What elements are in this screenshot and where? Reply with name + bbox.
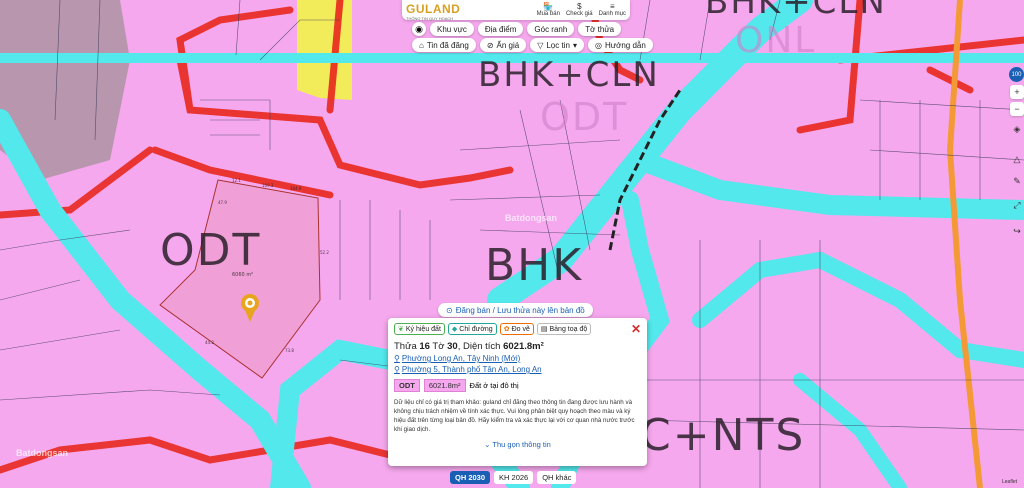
check-price-button[interactable]: $ Check giá: [566, 2, 593, 18]
top-bar: GULAND THÔNG TIN QUY HOẠCH 🏪 Mua bán $ Che…: [402, 0, 630, 21]
parcel-info-popup: ❦ Ký hiệu đất ◆ Chỉ đường ✿ Đo vẽ ▤ Bảng toạ…: [388, 318, 647, 466]
measure-tab[interactable]: ✿ Đo vẽ: [499, 323, 534, 335]
zone-label-c-nts: C+NTS: [640, 410, 806, 461]
layers-button[interactable]: ◈: [1010, 122, 1024, 136]
filter-sheet-parcel-button[interactable]: Tờ thửa: [578, 22, 622, 36]
store-icon: 🏪: [543, 2, 554, 11]
fullscreen-button[interactable]: ⤢: [1010, 198, 1024, 212]
minus-icon: −: [1014, 104, 1020, 114]
plan-tabs: QH 2030 KH 2026 QH khác: [450, 471, 577, 484]
pencil-icon: ✎: [1013, 175, 1021, 186]
ruler-icon: △: [1013, 153, 1021, 164]
home-icon: ⌂: [419, 40, 424, 50]
guide-button[interactable]: ◎ Hướng dẫn: [587, 38, 653, 52]
filter-location-button[interactable]: Địa điểm: [477, 22, 524, 36]
zoom-in-button[interactable]: +: [1010, 85, 1024, 99]
zone-label-top: BHK+CLN: [705, 0, 887, 22]
hide-price-button[interactable]: ⊘ Ẩn giá: [479, 38, 527, 52]
parcel-title: Thửa 16 Tờ 30, Diện tích 6021.8m²: [394, 341, 544, 352]
leaf-icon: ❦: [398, 326, 404, 333]
edge-label: 52.2: [320, 250, 329, 255]
menu-icon: ≡: [609, 2, 615, 11]
buy-sell-button[interactable]: 🏪 Mua bán: [537, 2, 560, 18]
draw-button[interactable]: ✎: [1010, 174, 1024, 188]
directions-icon: ◆: [451, 326, 458, 333]
address-new-link[interactable]: ⚲ Phường Long An, Tây Ninh (Mới): [394, 354, 641, 363]
location-icon: ⚲: [394, 354, 400, 363]
expand-icon: ⤢: [1013, 199, 1021, 210]
map-attribution[interactable]: Leaflet: [1002, 479, 1017, 485]
filter-listings-button[interactable]: ▽ Lọc tin ▾: [530, 38, 584, 52]
tab-qh-other[interactable]: QH khác: [537, 471, 577, 484]
yellow-zone: [297, 0, 352, 100]
chevron-down-icon: ▾: [572, 40, 577, 50]
target-icon: ◉: [415, 23, 423, 34]
address-old-link[interactable]: ⚲ Phường 5, Thành phố Tân An, Long An: [394, 365, 641, 374]
dollar-icon: $: [577, 2, 582, 11]
ruler-button[interactable]: △: [1010, 152, 1024, 166]
edge-label: 104.9: [290, 186, 302, 191]
eye-off-icon: ⊘: [486, 40, 494, 50]
land-area-badge: 6021.8m²: [423, 379, 466, 392]
guide-icon: ◎: [594, 40, 602, 50]
zoom-out-button[interactable]: −: [1010, 102, 1024, 116]
measure-icon: ✿: [503, 326, 510, 333]
coordinates-tab[interactable]: ▤ Bảng toạ độ: [536, 323, 592, 335]
land-use-row: ODT 6021.8m² Đất ở tại đô thị: [394, 379, 641, 392]
share-button[interactable]: ↪: [1010, 224, 1024, 238]
disclaimer-text: Dữ liệu chỉ có giá trị tham khảo: guland…: [394, 399, 635, 433]
collapse-info-button[interactable]: ⌄ Thu gọn thông tin: [394, 440, 641, 449]
pin-icon: ⊙: [446, 305, 453, 315]
zone-label-odt: ODT: [160, 225, 262, 276]
filter-corner-button[interactable]: Góc ranh: [527, 22, 575, 36]
share-icon: ↪: [1013, 225, 1021, 236]
land-symbol-tab[interactable]: ❦ Ký hiệu đất: [394, 323, 445, 335]
close-popup-icon[interactable]: ✕: [631, 323, 641, 335]
edge-label: 73.8: [285, 348, 294, 353]
locate-button[interactable]: ◉: [412, 22, 426, 36]
land-code-badge: ODT: [394, 379, 420, 392]
zoom-level-badge: 100: [1009, 67, 1024, 82]
watermark: Batdongsan: [16, 448, 69, 458]
tab-qh-2030[interactable]: QH 2030: [450, 471, 491, 484]
zone-label-odt-faded: ODT: [540, 95, 629, 139]
parcel-area-label: 6060 m²: [232, 272, 254, 278]
guland-logo[interactable]: GULAND THÔNG TIN QUY HOẠCH: [406, 0, 460, 21]
chevron-double-down-icon: ⌄: [484, 440, 491, 449]
filter-icon: ▽: [537, 40, 544, 50]
zone-label-bhk: BHK: [485, 240, 584, 291]
directions-tab[interactable]: ◆ Chỉ đường: [447, 323, 497, 335]
post-parcel-button[interactable]: ⊙ Đăng bán / Lưu thửa này lên bản đồ: [438, 303, 593, 317]
tab-kh-2026[interactable]: KH 2026: [494, 471, 534, 484]
menu-button[interactable]: ≡ Danh mục: [599, 2, 626, 18]
watermark: Batdongsan: [505, 213, 558, 223]
edge-label: 47.9: [218, 200, 227, 205]
edge-label: 109.3: [262, 183, 274, 188]
location-icon: ⚲: [394, 365, 400, 374]
zone-label-onl: ONL: [735, 20, 817, 61]
layers-icon: ◈: [1013, 123, 1021, 134]
posted-listings-button[interactable]: ⌂ Tin đã đăng: [412, 38, 476, 52]
filter-area-button[interactable]: Khu vực: [430, 22, 474, 36]
plus-icon: +: [1014, 87, 1020, 97]
edge-label: 12.1: [232, 178, 241, 183]
zone-label-bhk-cln: BHK+CLN: [478, 55, 660, 95]
edge-label: 44.2: [205, 340, 214, 345]
table-icon: ▤: [540, 326, 548, 333]
land-desc: Đất ở tại đô thị: [469, 381, 519, 390]
